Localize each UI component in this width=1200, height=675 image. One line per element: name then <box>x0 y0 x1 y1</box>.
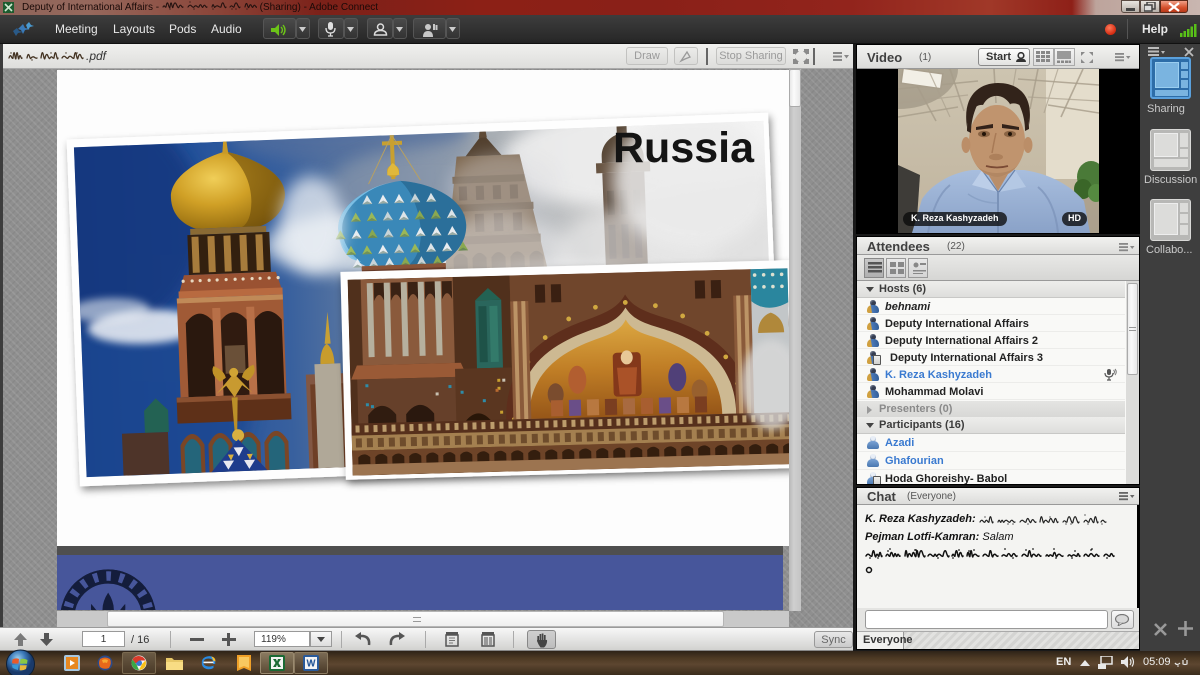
svg-text:Russia: Russia <box>613 124 755 172</box>
